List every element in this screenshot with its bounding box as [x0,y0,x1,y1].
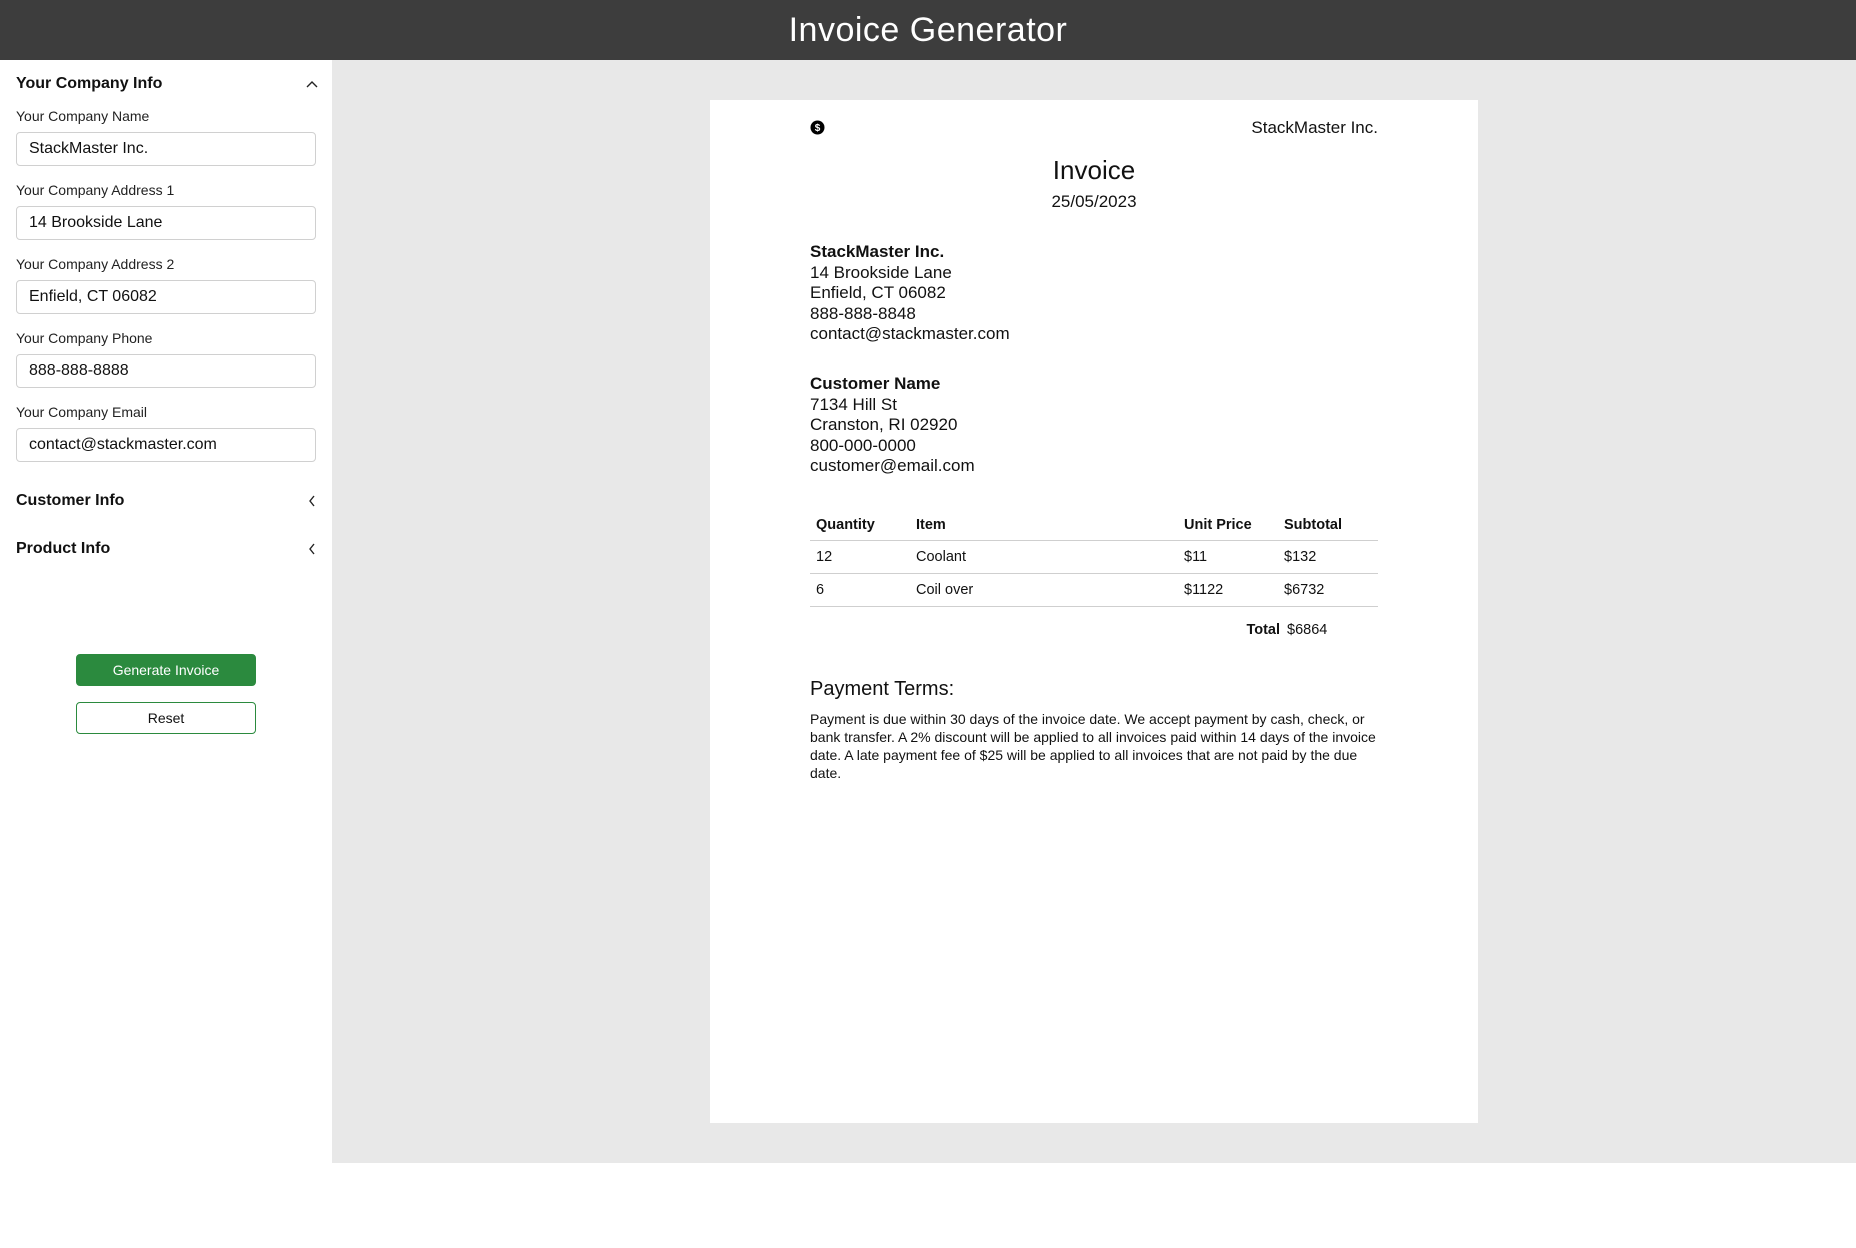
section-customer-info-toggle[interactable]: Customer Info [16,487,320,515]
svg-text:$: $ [815,123,821,134]
company-address2-label: Your Company Address 2 [16,256,175,272]
section-customer-info-title: Customer Info [16,492,125,509]
payment-terms-body: Payment is due within 30 days of the inv… [810,711,1376,781]
chevron-left-icon[interactable] [304,541,320,557]
company-name-input[interactable] [16,132,316,166]
chevron-left-icon[interactable] [304,493,320,509]
cell-item: Coolant [910,540,1178,574]
company-email-input[interactable] [16,428,316,462]
header-subtotal: Subtotal [1278,510,1378,541]
cell-subtotal: $6732 [1278,573,1378,607]
sidebar: Your Company Info Your Company Name Your… [0,60,332,1163]
section-company-info-title: Your Company Info [16,75,163,92]
invoice-title: Invoice [1052,155,1136,185]
generate-invoice-button[interactable]: Generate Invoice [76,654,256,686]
to-name: Customer Name [810,374,941,393]
table-row: 6 Coil over $1122 $6732 [810,573,1378,607]
cell-subtotal: $132 [1278,540,1378,574]
section-company-info-toggle[interactable]: Your Company Info [16,70,320,98]
table-row: 12 Coolant $11 $132 [810,540,1378,574]
invoice-date: 25/05/2023 [1051,192,1137,211]
section-product-info-title: Product Info [16,540,111,557]
cell-unit-price: $11 [1178,540,1278,574]
header-unit-price: Unit Price [1178,510,1278,541]
table-header-row: Quantity Item Unit Price Subtotal [810,510,1378,541]
invoice-company-name-header: StackMaster Inc. [1251,118,1378,137]
dollar-coin-icon: $ [810,120,825,135]
total-label: Total [1246,622,1280,638]
from-name: StackMaster Inc. [810,242,945,261]
line-items-table: Quantity Item Unit Price Subtotal 12 Coo… [810,510,1378,607]
from-phone: 888-888-8848 [810,303,916,323]
to-phone: 800-000-0000 [810,435,916,455]
section-product-info-toggle[interactable]: Product Info [16,535,320,563]
reset-button[interactable]: Reset [76,702,256,734]
invoice-from-address: StackMaster Inc. 14 Brookside Lane Enfie… [810,242,1378,345]
company-phone-label: Your Company Phone [16,330,153,346]
cell-quantity: 12 [810,540,910,574]
cell-quantity: 6 [810,573,910,607]
header-quantity: Quantity [810,510,910,541]
header-item: Item [910,510,1178,541]
cell-unit-price: $1122 [1178,573,1278,607]
total-value: $6864 [1287,622,1328,638]
to-email: customer@email.com [810,456,975,476]
invoice-preview: $ StackMaster Inc. Invoice 25/05/2023 St… [710,100,1478,1123]
to-address2: Cranston, RI 02920 [810,415,958,435]
to-address1: 7134 Hill St [810,394,897,414]
invoice-to-address: Customer Name 7134 Hill St Cranston, RI … [810,374,1378,477]
company-address1-label: Your Company Address 1 [16,182,175,198]
company-name-label: Your Company Name [16,108,150,124]
company-email-label: Your Company Email [16,404,147,420]
from-email: contact@stackmaster.com [810,324,1010,344]
app-title: Invoice Generator [788,10,1068,49]
company-address1-input[interactable] [16,206,316,240]
cell-item: Coil over [910,573,1178,607]
company-phone-input[interactable] [16,354,316,388]
app-header: Invoice Generator [0,0,1856,60]
chevron-up-icon[interactable] [304,76,320,92]
from-address1: 14 Brookside Lane [810,262,952,282]
company-address2-input[interactable] [16,280,316,314]
from-address2: Enfield, CT 06082 [810,283,946,303]
payment-terms-title: Payment Terms: [810,678,955,700]
